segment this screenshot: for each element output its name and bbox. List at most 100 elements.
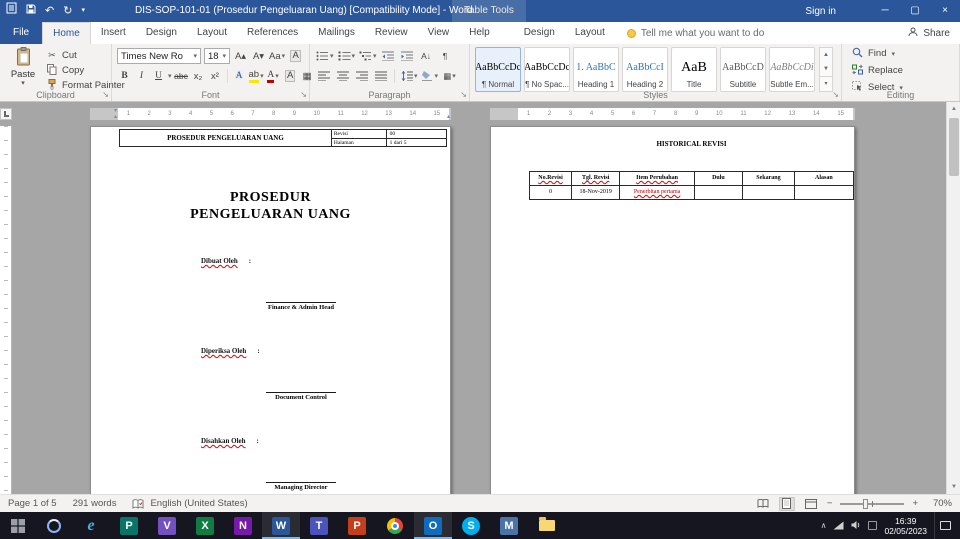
tab-layout[interactable]: Layout [187, 22, 237, 44]
show-hide-pilcrow-button[interactable]: ¶ [438, 48, 453, 64]
style-subtitle[interactable]: AaBbCcD Subtitle [720, 47, 766, 92]
font-size-combobox[interactable]: 18 ▾ [204, 48, 230, 64]
table-tools-header[interactable]: Table Tools [452, 0, 526, 22]
taskbar-edge[interactable]: e [72, 512, 110, 539]
shading-button[interactable]: ▾ [421, 68, 438, 84]
vertical-scrollbar[interactable]: ▲ ▼ [946, 102, 960, 494]
web-layout-icon[interactable] [803, 497, 819, 511]
proofing-status-icon[interactable] [132, 498, 144, 509]
taskbar-onenote[interactable]: N [224, 512, 262, 539]
zoom-thumb[interactable] [862, 498, 868, 509]
horizontal-ruler-page1[interactable]: 1 2 3 4 5 6 7 8 9 10 11 12 13 14 15 ▾ ▴ ▴ [90, 108, 451, 120]
tab-mailings[interactable]: Mailings [308, 22, 365, 44]
tab-table-design[interactable]: Design [514, 22, 565, 44]
sort-button[interactable]: A↓ [419, 48, 434, 64]
subscript-button[interactable]: x₂ [191, 68, 206, 84]
tab-table-layout[interactable]: Layout [565, 22, 615, 44]
zoom-slider[interactable] [840, 498, 905, 509]
maximize-button[interactable]: ▢ [900, 0, 930, 22]
word-logo-icon[interactable] [6, 0, 17, 22]
tab-view[interactable]: View [418, 22, 460, 44]
taskbar-teams[interactable]: T [300, 512, 338, 539]
taskbar-excel[interactable]: X [186, 512, 224, 539]
zoom-out-button[interactable]: − [827, 498, 833, 509]
font-dialog-launcher[interactable]: ↘ [300, 90, 307, 100]
vertical-ruler[interactable] [0, 126, 12, 494]
read-mode-icon[interactable] [755, 497, 771, 511]
style-heading-2[interactable]: AaBbCcI Heading 2 [622, 47, 668, 92]
paste-button[interactable]: Paste ▾ [4, 47, 42, 91]
style-title[interactable]: AaB Title [671, 47, 717, 92]
tray-app-icon[interactable] [868, 521, 878, 530]
repeat-icon[interactable]: ↻ [63, 0, 72, 22]
align-right-button[interactable] [354, 68, 369, 84]
bullets-button[interactable]: ▾ [316, 48, 334, 64]
style-normal[interactable]: AaBbCcDc ¶ Normal [475, 47, 521, 92]
grow-font-button[interactable]: A▴ [233, 48, 248, 64]
shrink-font-button[interactable]: A▾ [251, 48, 266, 64]
minimize-button[interactable]: ─ [870, 0, 900, 22]
taskbar-chrome[interactable] [376, 512, 414, 539]
scrollbar-thumb[interactable] [949, 118, 959, 176]
undo-icon[interactable]: ↶ [45, 0, 54, 22]
bold-button[interactable]: B [117, 68, 132, 84]
taskbar-publisher[interactable]: P [110, 512, 148, 539]
share-button[interactable]: Share [908, 22, 950, 44]
tab-references[interactable]: References [237, 22, 308, 44]
scroll-up-icon[interactable]: ▲ [947, 102, 960, 116]
document-page-1[interactable]: PROSEDUR PENGELUARAN UANG Revisi 00 Hala… [90, 126, 451, 494]
multilevel-list-button[interactable]: ▾ [359, 48, 377, 64]
taskbar-clock[interactable]: 16:39 02/05/2023 [884, 516, 927, 536]
style-heading-1[interactable]: 1. AaBbC Heading 1 [573, 47, 619, 92]
style-no-spacing[interactable]: AaBbCcDc ¶ No Spac... [524, 47, 570, 92]
borders-button[interactable]: ▦ ▾ [442, 68, 457, 84]
italic-button[interactable]: I [134, 68, 149, 84]
clipboard-dialog-launcher[interactable]: ↘ [102, 90, 109, 100]
find-button[interactable]: Find ▾ [852, 46, 959, 61]
superscript-button[interactable]: x² [208, 68, 223, 84]
styles-scroll-down-icon[interactable]: ▼ [820, 62, 832, 76]
tab-home[interactable]: Home [42, 22, 91, 44]
horizontal-ruler-page2[interactable]: 1 2 3 4 5 6 7 8 9 10 11 12 13 14 15 [490, 108, 855, 120]
left-indent-marker[interactable]: ▴ [114, 114, 117, 120]
text-effects-button[interactable]: A [232, 68, 247, 84]
justify-button[interactable] [373, 68, 388, 84]
styles-scroll-up-icon[interactable]: ▲ [820, 48, 832, 62]
increase-indent-button[interactable] [400, 48, 415, 64]
network-icon[interactable] [833, 517, 844, 535]
tab-help[interactable]: Help [459, 22, 500, 44]
cortana-search-button[interactable] [36, 512, 72, 539]
style-subtle-emphasis[interactable]: AaBbCcDi Subtle Em... [769, 47, 815, 92]
sign-in-button[interactable]: Sign in [805, 6, 836, 17]
underline-caret-icon[interactable]: ▾ [168, 72, 172, 80]
taskbar-media-app[interactable]: V [148, 512, 186, 539]
tab-review[interactable]: Review [365, 22, 418, 44]
language-indicator[interactable]: English (United States) [150, 498, 247, 509]
strikethrough-button[interactable]: abc [174, 68, 189, 84]
change-case-button[interactable]: Aa ▾ [269, 48, 285, 64]
numbering-button[interactable]: ▾ [338, 48, 355, 64]
word-count[interactable]: 291 words [73, 498, 117, 509]
font-family-combobox[interactable]: Times New Ro ▾ [117, 48, 201, 64]
page-indicator[interactable]: Page 1 of 5 [8, 498, 57, 509]
close-button[interactable]: × [930, 0, 960, 22]
scroll-down-icon[interactable]: ▼ [947, 480, 960, 494]
tab-design[interactable]: Design [136, 22, 187, 44]
taskbar-file-explorer[interactable] [528, 512, 566, 539]
zoom-in-button[interactable]: + [912, 498, 918, 509]
clear-formatting-button[interactable]: A [288, 48, 303, 64]
tab-file[interactable]: File [0, 22, 43, 44]
styles-dialog-launcher[interactable]: ↘ [832, 90, 839, 100]
action-center-icon[interactable] [934, 512, 956, 539]
replace-button[interactable]: Replace [852, 63, 959, 78]
styles-gallery-more-icon[interactable]: ▾ [820, 76, 832, 91]
qat-customize-icon[interactable]: ▾ [81, 0, 85, 22]
document-page-2[interactable]: HISTORICAL REVISI No.Revisi Tgl. Revisi It… [490, 126, 855, 494]
taskbar-outlook[interactable]: O [414, 512, 452, 539]
tell-me-box[interactable]: Tell me what you want to do [626, 22, 764, 44]
taskbar-mail[interactable]: M [490, 512, 528, 539]
print-layout-icon[interactable] [778, 496, 795, 511]
right-indent-marker[interactable]: ▴ [447, 114, 450, 120]
highlight-color-button[interactable]: ab ▾ [248, 68, 264, 84]
save-icon[interactable] [26, 0, 36, 22]
